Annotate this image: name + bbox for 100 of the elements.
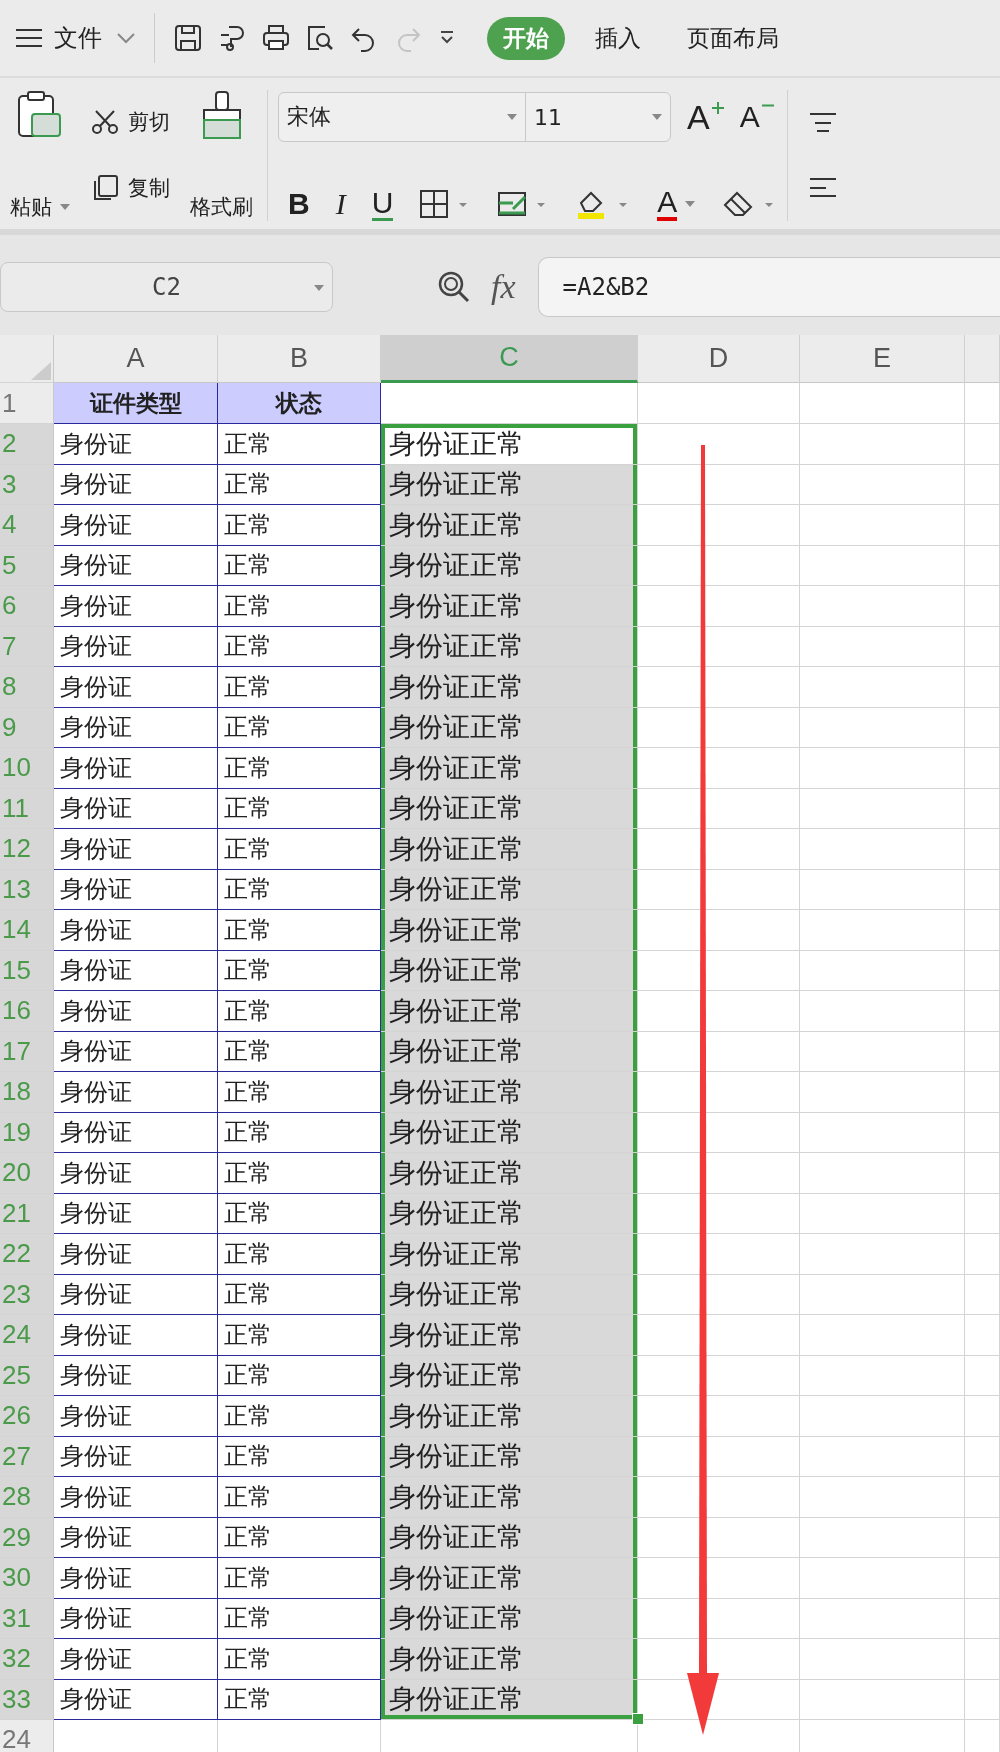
ribbon-tab[interactable]: 插入: [579, 16, 657, 60]
caret-icon[interactable]: [60, 204, 70, 210]
column-header[interactable]: E: [800, 335, 965, 383]
column-header[interactable]: B: [218, 335, 381, 383]
row-header[interactable]: 9: [0, 707, 54, 748]
row-header[interactable]: 16: [0, 991, 54, 1032]
table-cell: [965, 464, 1000, 505]
table-cell: 身份证: [54, 667, 218, 708]
row-header[interactable]: 2: [0, 424, 54, 465]
table-cell: 身份证: [54, 1193, 218, 1234]
align-top-icon[interactable]: [808, 110, 839, 135]
grow-font-button[interactable]: A: [687, 97, 710, 137]
table-cell: 正常: [218, 1679, 381, 1720]
row-header[interactable]: 25: [0, 1355, 54, 1396]
format-painter-button[interactable]: 格式刷: [190, 193, 253, 221]
row-header[interactable]: 29: [0, 1517, 54, 1558]
row-header[interactable]: 5: [0, 545, 54, 586]
row-header[interactable]: 30: [0, 1558, 54, 1599]
name-box[interactable]: C2: [0, 262, 333, 312]
table-cell: 正常: [218, 910, 381, 951]
bold-button[interactable]: B: [288, 187, 310, 221]
caret-icon[interactable]: [685, 201, 696, 207]
function-button[interactable]: fx: [491, 268, 516, 306]
table-cell: 身份证: [54, 1112, 218, 1153]
row-header[interactable]: 26: [0, 1396, 54, 1437]
row-header[interactable]: 27: [0, 1436, 54, 1477]
column-header[interactable]: A: [54, 335, 218, 383]
table-cell: 身份证正常: [381, 1355, 638, 1396]
row-header[interactable]: 10: [0, 748, 54, 789]
table-cell: 身份证正常: [381, 545, 638, 586]
table-cell: 身份证正常: [381, 667, 638, 708]
row-header[interactable]: 6: [0, 586, 54, 627]
table-cell: [965, 1517, 1000, 1558]
print-icon[interactable]: [261, 23, 291, 53]
table-cell: 身份证: [54, 1639, 218, 1680]
underline-button[interactable]: U: [371, 187, 394, 221]
row-header[interactable]: 24: [0, 1315, 54, 1356]
table-cell: 正常: [218, 1598, 381, 1639]
chevron-down-icon[interactable]: [116, 32, 136, 44]
row-header[interactable]: 13: [0, 869, 54, 910]
row-header[interactable]: 20: [0, 1153, 54, 1194]
row-header[interactable]: 17: [0, 1031, 54, 1072]
row-header[interactable]: 7: [0, 626, 54, 667]
shrink-font-button[interactable]: A: [739, 100, 760, 134]
italic-button[interactable]: I: [335, 187, 346, 221]
table-cell: 身份证: [54, 626, 218, 667]
copy-button[interactable]: 复制: [128, 173, 170, 202]
paste-icon[interactable]: [16, 90, 64, 140]
table-cell: 身份证正常: [381, 1072, 638, 1113]
row-header[interactable]: 1: [0, 383, 54, 424]
table-cell: 状态: [218, 383, 381, 424]
row-header[interactable]: 33: [0, 1679, 54, 1720]
plus-icon[interactable]: [711, 101, 724, 114]
row-header[interactable]: 23: [0, 1274, 54, 1315]
font-color-button[interactable]: A: [657, 187, 678, 221]
file-menu[interactable]: 文件: [54, 22, 102, 54]
row-header[interactable]: 15: [0, 950, 54, 991]
row-header[interactable]: 31: [0, 1598, 54, 1639]
table-cell: [965, 707, 1000, 748]
ribbon-tab[interactable]: 开始: [487, 16, 565, 60]
column-header[interactable]: D: [638, 335, 800, 383]
fill-handle[interactable]: [632, 1713, 644, 1725]
table-cell: 正常: [218, 1558, 381, 1599]
table-cell: 身份证正常: [381, 1274, 638, 1315]
paste-button[interactable]: 粘贴: [10, 193, 52, 221]
row-header[interactable]: 11: [0, 788, 54, 829]
table-cell: 身份证正常: [381, 748, 638, 789]
table-cell: 身份证正常: [381, 991, 638, 1032]
table-cell: 身份证: [54, 1315, 218, 1356]
row-header[interactable]: 4: [0, 505, 54, 546]
save-icon[interactable]: [173, 23, 203, 53]
caret-icon[interactable]: [314, 285, 324, 291]
table-cell: 身份证: [54, 586, 218, 627]
row-header[interactable]: 32: [0, 1639, 54, 1680]
row-header[interactable]: 8: [0, 667, 54, 708]
table-cell: 身份证正常: [381, 707, 638, 748]
row-header[interactable]: 14: [0, 910, 54, 951]
row-header[interactable]: 24: [0, 1720, 54, 1752]
table-cell: 正常: [218, 464, 381, 505]
minus-icon[interactable]: [761, 104, 774, 107]
menu-icon[interactable]: [14, 26, 44, 50]
column-header[interactable]: C: [381, 335, 638, 383]
row-header[interactable]: 28: [0, 1477, 54, 1518]
row-header[interactable]: 21: [0, 1193, 54, 1234]
table-cell: 身份证正常: [381, 626, 638, 667]
scissors-icon[interactable]: [90, 108, 120, 137]
row-header[interactable]: 18: [0, 1072, 54, 1113]
ribbon-tab[interactable]: 页面布局: [671, 16, 795, 60]
table-cell: 身份证: [54, 424, 218, 465]
row-header[interactable]: 3: [0, 464, 54, 505]
table-cell: 身份证: [54, 505, 218, 546]
row-header[interactable]: 12: [0, 829, 54, 870]
print-preview-icon[interactable]: [305, 23, 335, 53]
table-cell: 正常: [218, 545, 381, 586]
row-header[interactable]: 19: [0, 1112, 54, 1153]
formula-field[interactable]: =A2&B2: [537, 257, 1000, 317]
zoom-icon[interactable]: [437, 270, 471, 304]
row-header[interactable]: 22: [0, 1234, 54, 1275]
cut-button[interactable]: 剪切: [128, 108, 170, 137]
table-cell: 身份证正常: [381, 505, 638, 546]
